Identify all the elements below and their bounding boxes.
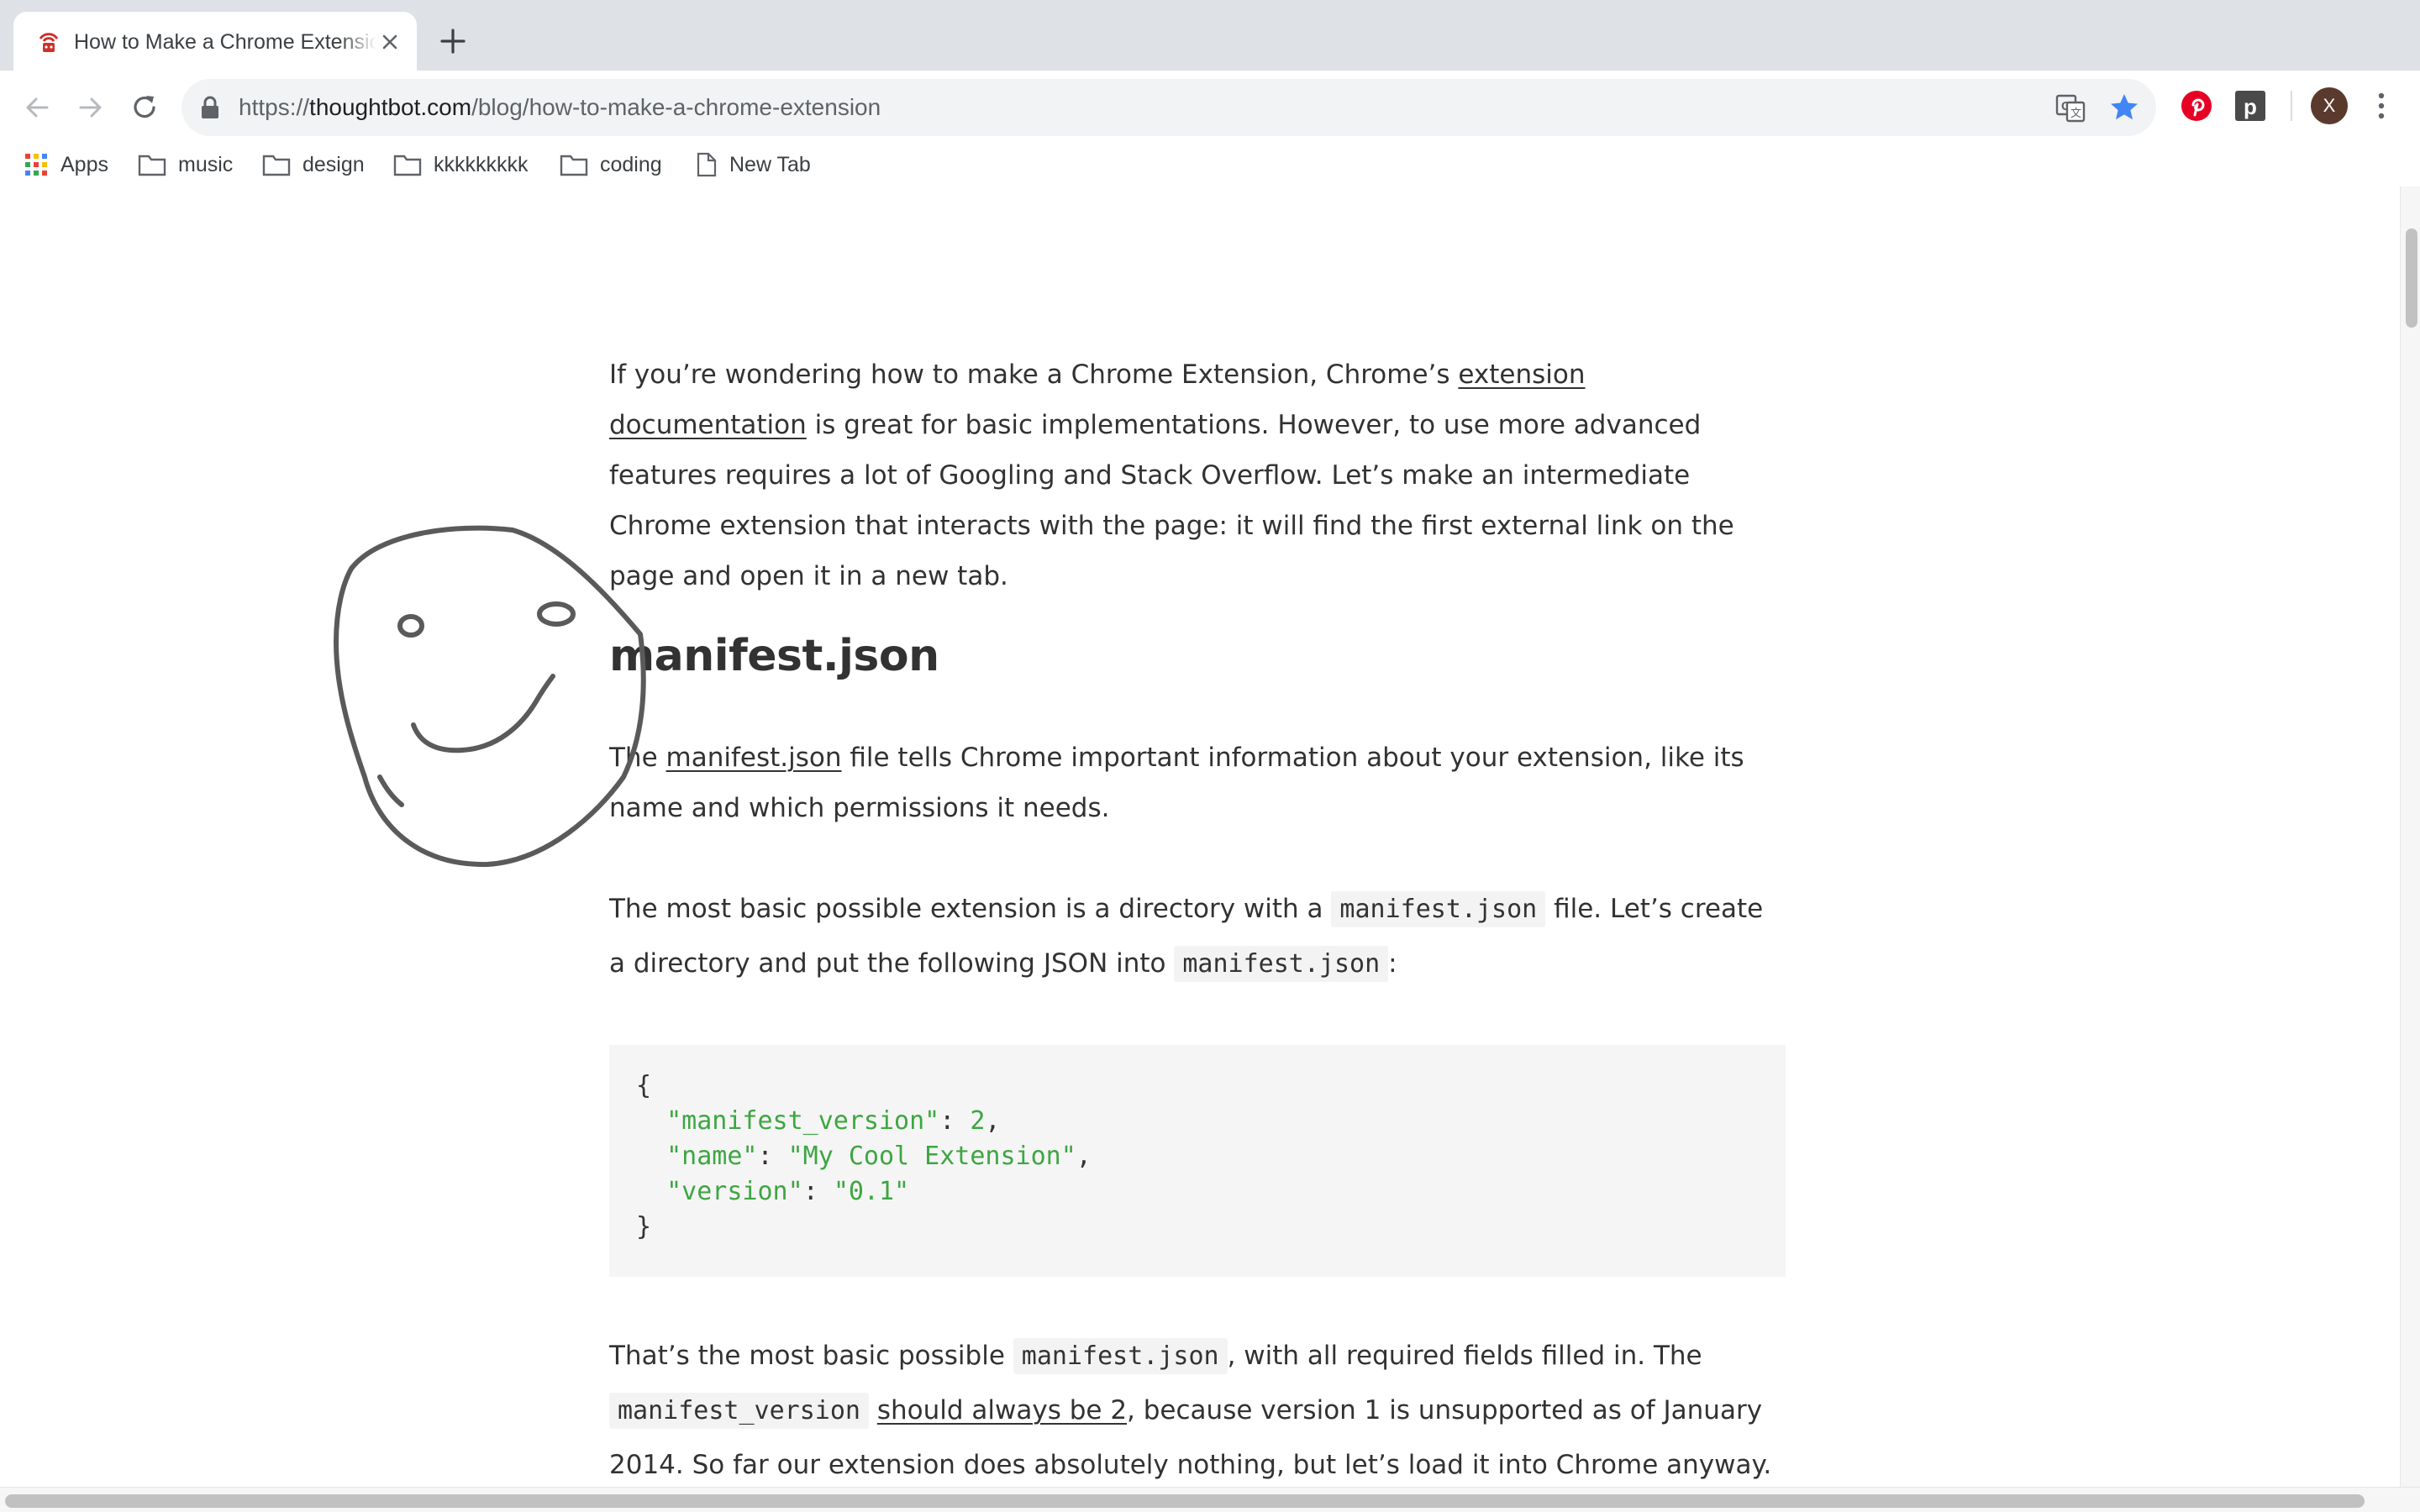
bookmark-label: New Tab [729,152,811,176]
pocket-p-icon[interactable]: p [2232,87,2269,124]
inline-code: manifest.json [1013,1338,1228,1374]
web-page: If you’re wondering how to make a Chrome… [0,186,2400,1487]
section-heading: manifest.json [609,631,939,681]
vertical-scrollbar-thumb[interactable] [2406,228,2417,328]
bookmark-label: coding [600,152,662,176]
bookmark-music[interactable]: music [138,151,233,178]
reload-icon[interactable] [126,89,163,126]
page-icon [697,152,717,177]
bookmark-kkkkkkkkk[interactable]: kkkkkkkkk [393,151,529,178]
tab-title: How to Make a Chrome Extension [74,30,376,54]
folder-icon [393,155,422,176]
code-block: { "manifest_version": 2, "name": "My Coo… [609,1045,1786,1277]
url-text[interactable]: https://thoughtbot.com/blog/how-to-make-… [239,92,881,123]
browser-toolbar: https://thoughtbot.com/blog/how-to-make-… [0,71,2420,198]
folder-icon [138,155,166,176]
should-always-be-2-link[interactable]: should always be 2 [877,1395,1127,1425]
tab-strip: How to Make a Chrome Extension [0,0,2420,71]
toolbar-divider [2291,91,2292,121]
apps-grid-icon [25,154,47,176]
manifest-json-link[interactable]: manifest.json [666,743,842,773]
inline-code: manifest.json [1331,891,1546,927]
intro-paragraph: If you’re wondering how to make a Chrome… [609,360,1734,591]
folder-icon [262,155,291,176]
horizontal-scrollbar[interactable] [0,1487,2420,1512]
forward-arrow-icon[interactable] [72,89,109,126]
horizontal-scrollbar-thumb[interactable] [5,1494,2365,1508]
bookmark-coding[interactable]: coding [560,151,662,178]
translate-icon[interactable]: G 文 [2054,91,2087,124]
svg-text:文: 文 [2070,108,2081,120]
bookmark-label: kkkkkkkkk [434,152,529,176]
active-tab[interactable]: How to Make a Chrome Extension [13,12,417,71]
back-arrow-icon[interactable] [18,89,55,126]
bookmarks-bar: Apps music design kkkkkkkkk coding New T… [0,139,2420,190]
svg-text:p: p [2244,94,2257,119]
bookmark-design[interactable]: design [262,151,365,178]
bookmark-apps[interactable]: Apps [24,151,108,178]
hand-drawn-smiley-doodle [334,525,646,868]
basic-extension-paragraph: The most basic possible extension is a d… [609,882,1786,991]
inline-code: manifest.json [1174,946,1389,982]
lock-icon [202,96,218,118]
pinterest-icon[interactable] [2178,87,2215,124]
profile-avatar[interactable]: X [2311,87,2348,124]
address-bar[interactable]: https://thoughtbot.com/blog/how-to-make-… [182,79,2156,136]
bookmark-label: design [302,152,365,176]
plus-icon[interactable] [437,25,469,57]
manifest-intro-paragraph: The manifest.json file tells Chrome impo… [609,743,1744,823]
bookmark-label: music [178,152,234,176]
more-vertical-icon[interactable] [2371,87,2391,124]
bookmark-new-tab[interactable]: New Tab [696,151,811,178]
manifest-version-paragraph: That’s the most basic possible manifest.… [609,1329,1786,1487]
thoughtbot-favicon-icon [35,29,62,55]
vertical-scrollbar[interactable] [2400,186,2420,1487]
bookmark-star-icon[interactable] [2107,91,2141,124]
close-icon[interactable] [376,29,403,55]
bookmark-label: Apps [60,152,108,176]
folder-icon [560,155,588,176]
inline-code: manifest_version [609,1393,869,1429]
